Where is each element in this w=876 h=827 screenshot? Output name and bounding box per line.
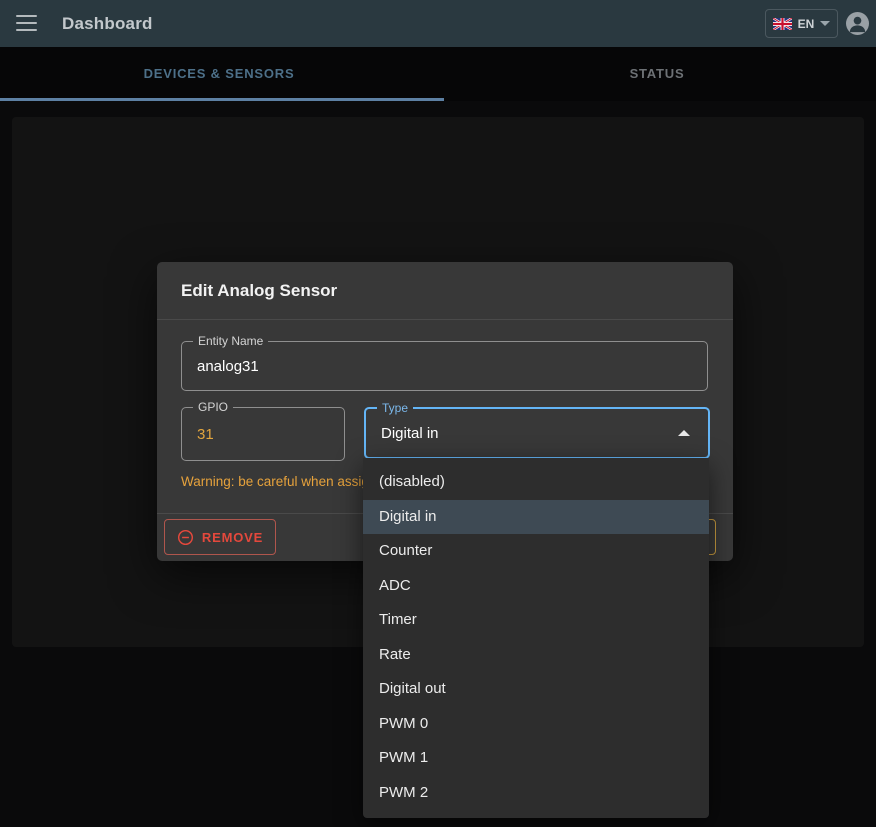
user-avatar[interactable] — [846, 12, 869, 35]
app-title: Dashboard — [62, 0, 153, 47]
uk-flag-icon — [773, 18, 792, 30]
type-selected-value: Digital in — [381, 409, 439, 457]
remove-circle-icon — [177, 529, 194, 546]
language-selector[interactable]: EN — [765, 9, 838, 38]
dialog-title: Edit Analog Sensor — [181, 262, 337, 319]
type-dropdown-menu: (disabled) Digital in Counter ADC Timer … — [363, 458, 709, 818]
language-label: EN — [798, 17, 815, 31]
menu-item-timer[interactable]: Timer — [363, 603, 709, 638]
entity-name-value: analog31 — [197, 342, 259, 390]
tab-status[interactable]: STATUS — [438, 47, 876, 101]
remove-label: REMOVE — [202, 530, 263, 545]
menu-item-pwm2[interactable]: PWM 2 — [363, 776, 709, 811]
tab-devices-sensors[interactable]: DEVICES & SENSORS — [0, 47, 438, 101]
dashboard-page: Dashboard EN DEVICES & SENSORS STATUS — [0, 0, 876, 827]
gpio-field[interactable]: GPIO 31 — [181, 407, 345, 461]
tab-bar: DEVICES & SENSORS STATUS — [0, 47, 876, 101]
menu-item-digital-out[interactable]: Digital out — [363, 672, 709, 707]
remove-button[interactable]: REMOVE — [164, 519, 276, 555]
dialog-header-divider — [157, 319, 733, 320]
app-bar: Dashboard EN — [0, 0, 876, 47]
menu-item-counter[interactable]: Counter — [363, 534, 709, 569]
menu-item-pwm0[interactable]: PWM 0 — [363, 707, 709, 742]
menu-item-digital-in[interactable]: Digital in — [363, 500, 709, 535]
gpio-value: 31 — [197, 408, 214, 460]
gpio-warning-text: Warning: be careful when assig — [181, 474, 369, 489]
entity-name-field[interactable]: Entity Name analog31 — [181, 341, 708, 391]
person-icon — [846, 12, 869, 35]
menu-item-pwm1[interactable]: PWM 1 — [363, 741, 709, 776]
chevron-up-icon — [678, 430, 690, 436]
menu-item-adc[interactable]: ADC — [363, 569, 709, 604]
menu-item-rate[interactable]: Rate — [363, 638, 709, 673]
active-tab-indicator — [0, 98, 444, 101]
menu-icon[interactable] — [16, 15, 37, 31]
menu-item-disabled[interactable]: (disabled) — [363, 465, 709, 500]
chevron-down-icon — [820, 21, 830, 26]
type-select[interactable]: Type Digital in — [364, 407, 710, 459]
